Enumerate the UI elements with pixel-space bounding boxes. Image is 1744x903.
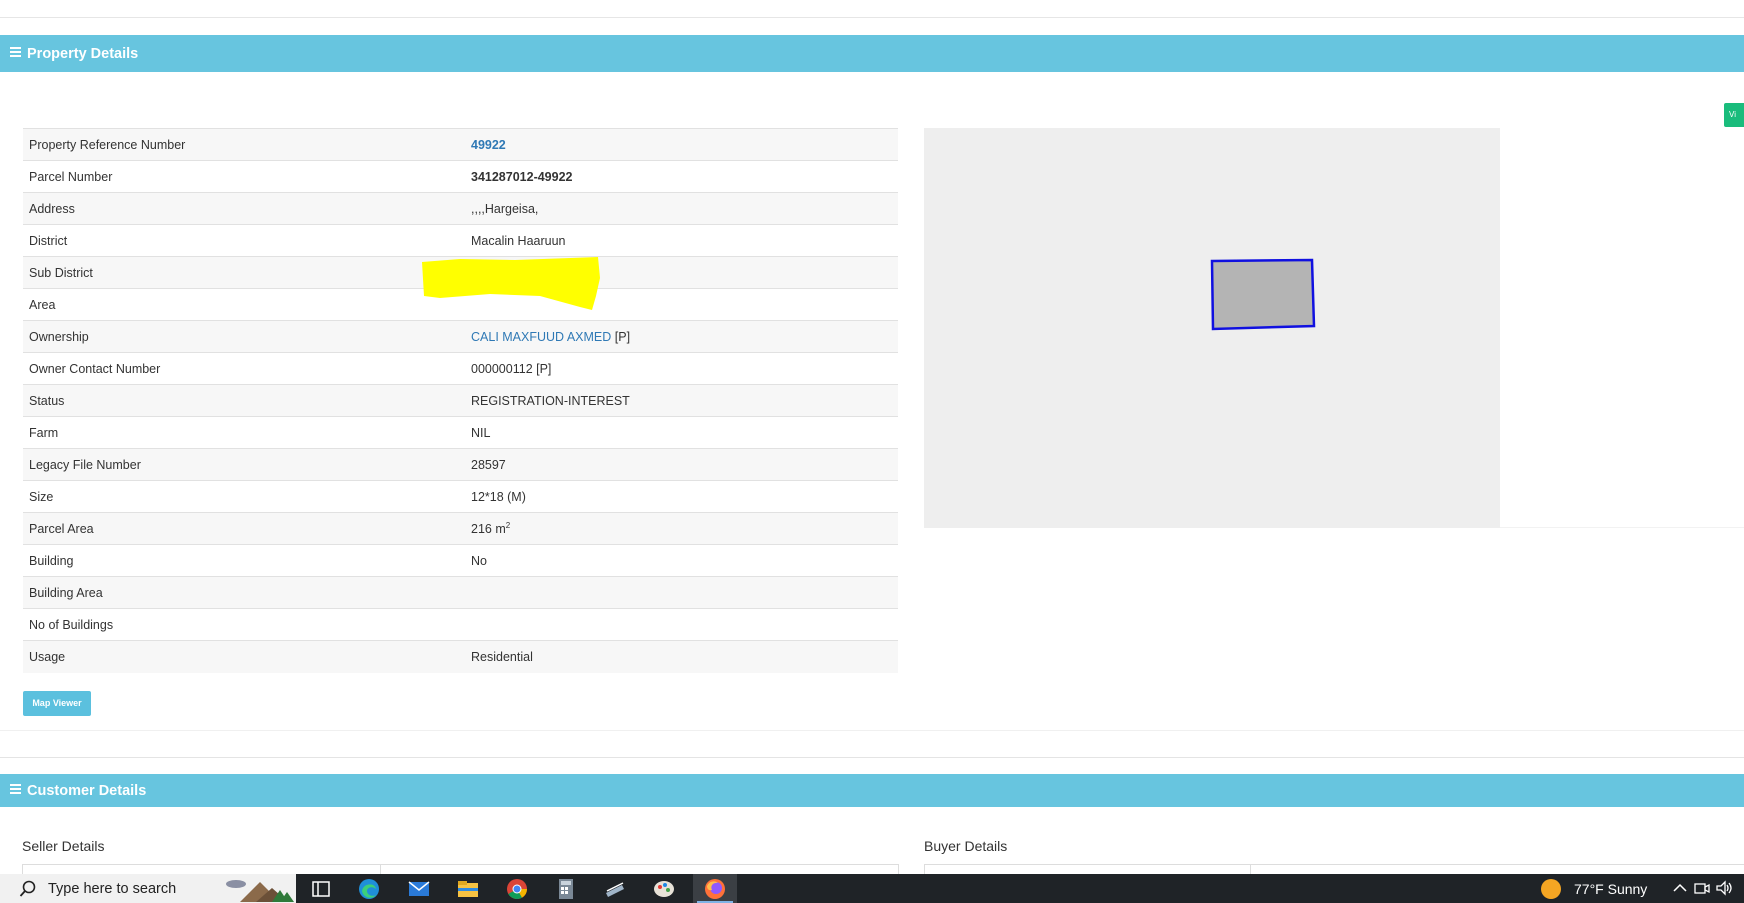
list-icon bbox=[10, 47, 21, 57]
status-value: REGISTRATION-INTEREST bbox=[465, 384, 898, 417]
sun-icon bbox=[1541, 879, 1561, 899]
mail-icon[interactable] bbox=[407, 877, 431, 901]
table-row: District Macalin Haaruun bbox=[23, 224, 898, 257]
table-row: Farm NIL bbox=[23, 416, 898, 449]
taskbar: Type here to search 77°F Sunny bbox=[0, 874, 1744, 903]
owner-contact-value: 000000112 [P] bbox=[465, 352, 898, 385]
row-label: No of Buildings bbox=[23, 608, 465, 641]
table-row: Property Reference Number 49922 bbox=[23, 128, 898, 161]
weather-text[interactable]: 77°F Sunny bbox=[1574, 881, 1647, 897]
buyer-table-divider bbox=[1250, 864, 1251, 874]
buyer-table-edge bbox=[924, 864, 925, 874]
buyer-table-top bbox=[924, 864, 1744, 865]
building-value: No bbox=[465, 544, 898, 577]
table-row: Building No bbox=[23, 544, 898, 577]
table-row: Parcel Area 216 m2 bbox=[23, 512, 898, 545]
table-row: Legacy File Number 28597 bbox=[23, 448, 898, 481]
edge-icon[interactable] bbox=[357, 877, 381, 901]
property-details-title: Property Details bbox=[27, 45, 139, 62]
row-label: Owner Contact Number bbox=[23, 352, 465, 385]
usage-value: Residential bbox=[465, 640, 898, 673]
building-area-value bbox=[465, 576, 898, 609]
row-label: Building bbox=[23, 544, 465, 577]
search-icon bbox=[19, 880, 36, 897]
table-row: Building Area bbox=[23, 576, 898, 609]
owner-suffix: [P] bbox=[611, 329, 631, 344]
table-row: Owner Contact Number 000000112 [P] bbox=[23, 352, 898, 385]
row-label: Usage bbox=[23, 640, 465, 673]
search-highlight-icon bbox=[226, 880, 294, 902]
speaker-icon[interactable] bbox=[1716, 880, 1734, 896]
farm-value: NIL bbox=[465, 416, 898, 449]
seller-table-divider bbox=[380, 864, 381, 874]
parcel-shape bbox=[1210, 258, 1316, 331]
scanner-icon[interactable] bbox=[603, 877, 627, 901]
customer-details-header[interactable]: Customer Details bbox=[0, 774, 1744, 807]
row-label: Ownership bbox=[23, 320, 465, 353]
property-details-table: Property Reference Number 49922 Parcel N… bbox=[23, 128, 898, 673]
table-row: Ownership CALI MAXFUUD AXMED [P] bbox=[23, 320, 898, 353]
map-viewer-button[interactable]: Map Viewer bbox=[23, 691, 91, 716]
row-label: Parcel Area bbox=[23, 512, 465, 545]
calculator-icon[interactable] bbox=[554, 877, 578, 901]
seller-details-title: Seller Details bbox=[22, 838, 105, 854]
property-details-header[interactable]: Property Details bbox=[0, 35, 1744, 72]
parcel-number-value: 341287012-49922 bbox=[465, 160, 898, 193]
size-value: 12*18 (M) bbox=[465, 480, 898, 513]
customer-details-title: Customer Details bbox=[27, 782, 147, 799]
firefox-icon[interactable] bbox=[703, 877, 727, 901]
seller-table-edge bbox=[22, 864, 23, 874]
view-button[interactable]: Vi bbox=[1724, 103, 1744, 127]
owner-link[interactable]: CALI MAXFUUD AXMED bbox=[471, 330, 611, 344]
meet-now-icon[interactable] bbox=[1694, 880, 1710, 896]
table-row: Address ,,,,Hargeisa, bbox=[23, 192, 898, 225]
table-row: Usage Residential bbox=[23, 640, 898, 673]
chevron-up-icon[interactable] bbox=[1672, 880, 1688, 896]
paint-icon[interactable] bbox=[652, 877, 676, 901]
row-label: Size bbox=[23, 480, 465, 513]
table-row: No of Buildings bbox=[23, 608, 898, 641]
section-divider bbox=[0, 730, 1744, 731]
taskbar-search[interactable]: Type here to search bbox=[0, 874, 296, 903]
row-label: Property Reference Number bbox=[23, 128, 465, 161]
redaction-highlight bbox=[422, 257, 600, 310]
table-row: Size 12*18 (M) bbox=[23, 480, 898, 513]
district-value: Macalin Haaruun bbox=[465, 224, 898, 257]
table-row: Parcel Number 341287012-49922 bbox=[23, 160, 898, 193]
row-label: District bbox=[23, 224, 465, 257]
parcel-map[interactable] bbox=[924, 128, 1500, 528]
seller-table-top bbox=[22, 864, 898, 865]
parcel-area-unit-sup: 2 bbox=[505, 520, 511, 530]
search-placeholder: Type here to search bbox=[48, 881, 177, 897]
row-label: Parcel Number bbox=[23, 160, 465, 193]
legacy-file-value: 28597 bbox=[465, 448, 898, 481]
row-label: Address bbox=[23, 192, 465, 225]
row-label: Area bbox=[23, 288, 465, 321]
property-reference-link[interactable]: 49922 bbox=[471, 138, 506, 152]
chrome-icon[interactable] bbox=[505, 877, 529, 901]
row-label: Legacy File Number bbox=[23, 448, 465, 481]
list-icon bbox=[10, 784, 21, 794]
row-label: Sub District bbox=[23, 256, 465, 289]
task-view-icon[interactable] bbox=[309, 877, 333, 901]
row-label: Status bbox=[23, 384, 465, 417]
file-explorer-icon[interactable] bbox=[456, 877, 480, 901]
section-divider bbox=[0, 757, 1744, 758]
row-label: Farm bbox=[23, 416, 465, 449]
seller-table-edge bbox=[898, 864, 899, 874]
table-row: Status REGISTRATION-INTEREST bbox=[23, 384, 898, 417]
buyer-details-title: Buyer Details bbox=[924, 838, 1008, 854]
parcel-area-value: 216 m bbox=[471, 522, 506, 537]
address-value: ,,,,Hargeisa, bbox=[465, 192, 898, 225]
no-of-buildings-value bbox=[465, 608, 898, 641]
map-divider bbox=[1500, 527, 1744, 528]
row-label: Building Area bbox=[23, 576, 465, 609]
top-divider bbox=[0, 17, 1744, 18]
